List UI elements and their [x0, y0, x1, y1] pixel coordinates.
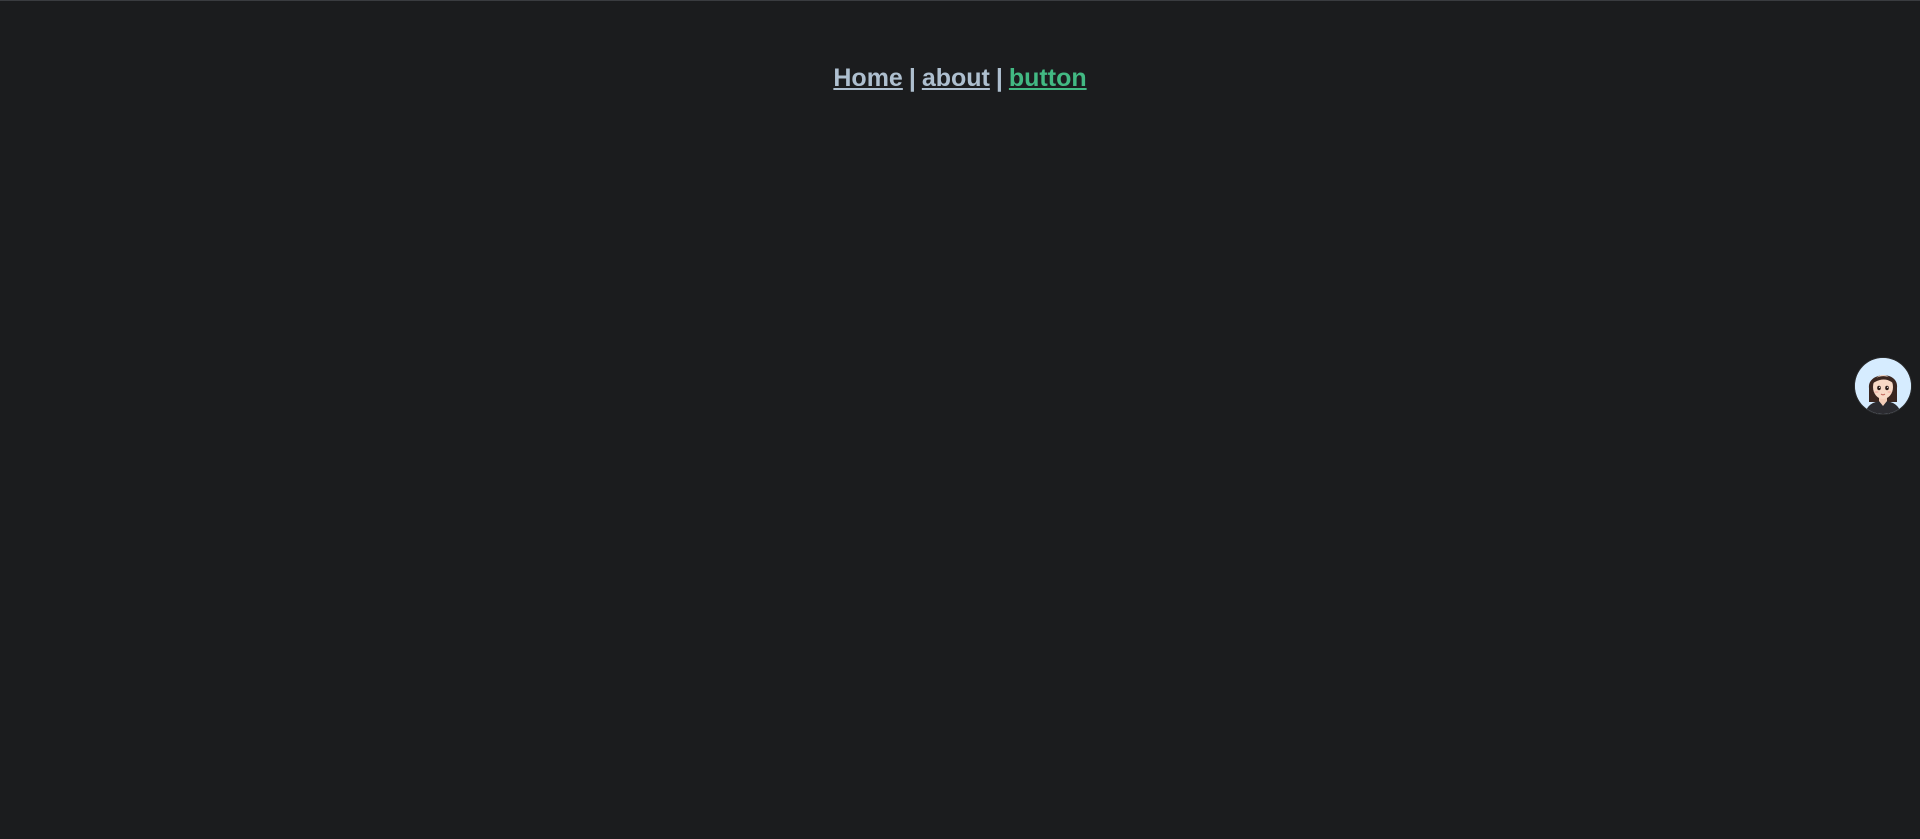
assistant-avatar-button[interactable]: [1855, 358, 1911, 414]
nav-link-button[interactable]: button: [1009, 64, 1087, 92]
nav-separator: |: [908, 64, 916, 92]
nav-link-home[interactable]: Home: [833, 64, 902, 92]
nav-separator: |: [995, 64, 1003, 92]
window-top-border: [0, 0, 1920, 1]
assistant-avatar-icon: [1855, 358, 1911, 414]
nav-link-about[interactable]: about: [922, 64, 990, 92]
top-nav: Home | about | button: [0, 60, 1920, 96]
